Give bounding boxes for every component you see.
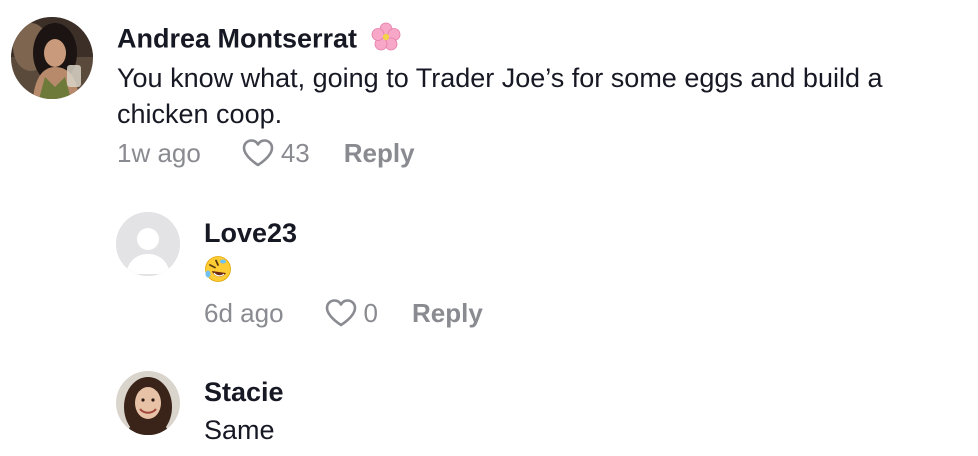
comment-author[interactable]: Andrea Montserrat xyxy=(117,22,401,59)
like-count: 0 xyxy=(363,297,378,328)
author-name[interactable]: Andrea Montserrat xyxy=(117,24,357,54)
avatar-photo xyxy=(11,17,93,99)
comment-item: Andrea Montserrat You know what, going t… xyxy=(0,0,978,190)
reply-item: Stacie Same xyxy=(0,360,978,456)
reply-button[interactable]: Reply xyxy=(344,138,415,169)
comment-author[interactable]: Stacie xyxy=(204,376,284,408)
comment-time: 6d ago xyxy=(204,297,284,328)
heart-icon xyxy=(325,299,356,327)
comment-meta: 6d ago 0 Reply xyxy=(204,296,483,330)
comment-author[interactable]: Love23 xyxy=(204,217,297,249)
comment-meta: 1w ago 43 Reply xyxy=(117,136,415,170)
cherry-blossom-icon xyxy=(371,22,401,59)
avatar[interactable] xyxy=(11,17,93,99)
avatar[interactable] xyxy=(116,371,180,435)
comment-time: 1w ago xyxy=(117,137,201,168)
like-button[interactable]: 43 xyxy=(241,138,310,169)
reply-item: Love23 🤣 6d ago 0 Reply xyxy=(0,190,978,360)
like-count: 43 xyxy=(280,137,310,168)
rolling-laughing-emoji-icon xyxy=(205,256,231,282)
heart-icon xyxy=(242,139,274,167)
reply-button[interactable]: Reply xyxy=(412,298,483,329)
default-avatar-icon xyxy=(116,212,180,276)
like-button[interactable]: 0 xyxy=(324,298,378,329)
avatar-photo xyxy=(116,371,180,435)
comment-text: 🤣 xyxy=(204,252,504,283)
comment-text: You know what, going to Trader Joe’s for… xyxy=(117,63,883,129)
comment-text: Same xyxy=(204,415,275,445)
avatar[interactable] xyxy=(116,212,180,276)
